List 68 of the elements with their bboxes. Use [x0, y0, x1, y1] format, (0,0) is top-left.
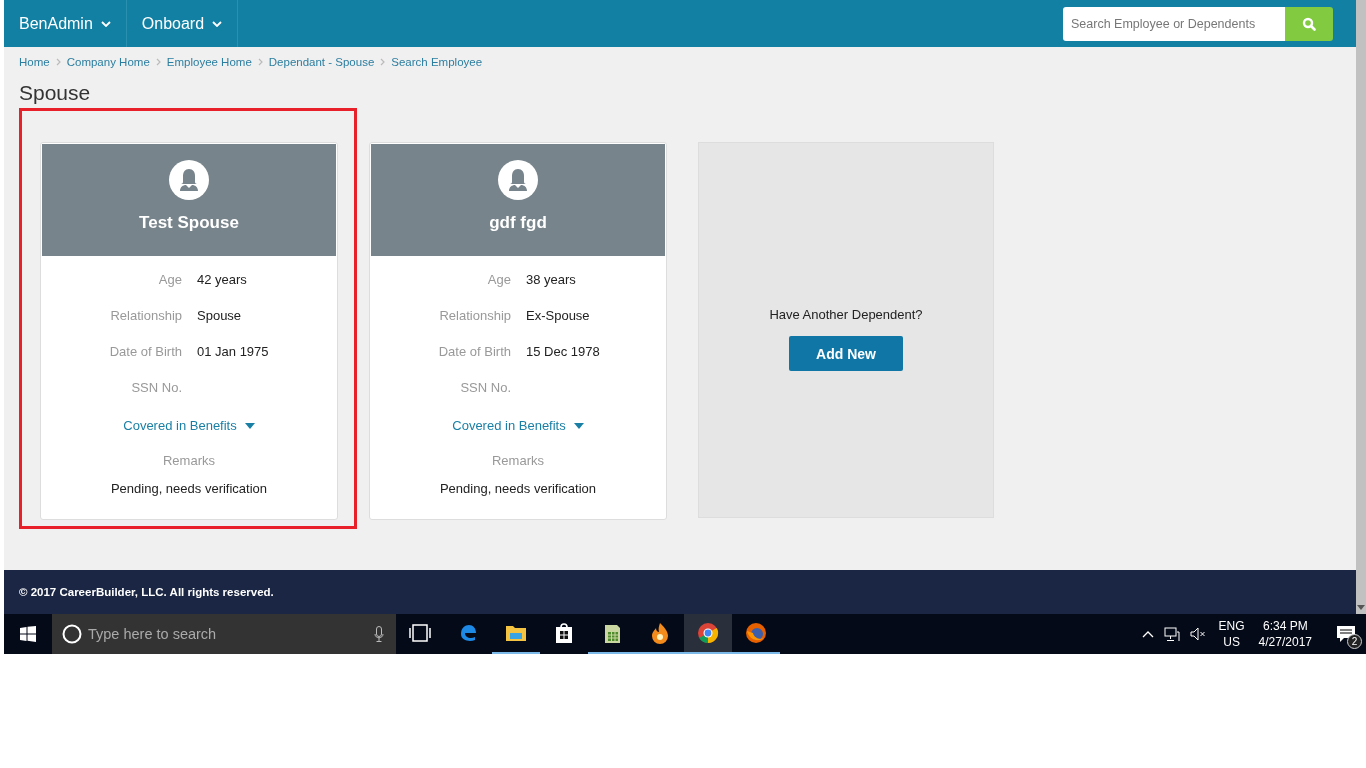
caret-icon [573, 422, 584, 429]
field-value: 01 Jan 1975 [197, 344, 269, 359]
avatar-icon [169, 160, 209, 200]
remarks-label: Remarks [162, 453, 216, 468]
breadcrumb-separator-icon [155, 58, 161, 66]
clock-time[interactable]: 6:34 PM [1262, 618, 1308, 634]
caret-icon [244, 422, 255, 429]
flame-icon [650, 622, 670, 644]
taskbar-search-placeholder: Type here to search [88, 626, 218, 642]
language-text[interactable]: ENG [1218, 618, 1245, 634]
cortana-circle-icon [62, 624, 82, 644]
windows-logo-icon [20, 626, 36, 642]
add-prompt: Have Another Dependent? [769, 307, 923, 322]
breadcrumb-link[interactable]: Home [19, 56, 50, 68]
field-label: Age [486, 272, 512, 287]
field-value: 15 Dec 1978 [526, 344, 600, 359]
taskbar-search-field[interactable]: Type here to search [52, 614, 396, 654]
field-label: Age [157, 272, 183, 287]
chevron-up-icon[interactable] [1141, 630, 1154, 638]
remarks-label: Remarks [491, 453, 545, 468]
shopping-bag-icon [554, 622, 574, 644]
breadcrumb-link[interactable]: Dependant - Spouse [268, 56, 375, 68]
fox-globe-icon [745, 622, 767, 644]
field-label: Date of Birth [108, 344, 183, 359]
region-text[interactable]: US [1223, 634, 1240, 650]
remarks-text: Pending, needs verification [438, 481, 598, 496]
breadcrumb-separator-icon [257, 58, 263, 66]
copyright-text: © 2017 CareerBuilder, LLC. All rights reserved. [19, 586, 274, 598]
field-label: Relationship [109, 308, 183, 323]
taskbar-app-button[interactable] [684, 614, 732, 654]
scroll-down-arrow-icon[interactable] [1357, 605, 1365, 610]
breadcrumb-separator-icon [55, 58, 61, 66]
field-value: Spouse [197, 308, 242, 323]
field-label: SSN No. [130, 380, 183, 395]
add-new-button[interactable]: Add New [789, 336, 903, 371]
nav-menu[interactable]: Onboard [126, 0, 239, 47]
field-value: Ex-Spouse [526, 308, 590, 323]
breadcrumb-link[interactable]: Company Home [66, 56, 150, 68]
benefits-dropdown-link[interactable]: Covered in Benefits [371, 418, 665, 433]
breadcrumb-link[interactable]: Employee Home [166, 56, 252, 68]
page-title: Spouse [19, 81, 92, 105]
remarks-text: Pending, needs verification [109, 481, 269, 496]
avatar-icon [498, 160, 538, 200]
dependent-name: gdf fgd [489, 213, 547, 233]
dependent-name: Test Spouse [139, 213, 239, 233]
folder-icon [505, 624, 527, 642]
search-button[interactable] [1285, 6, 1333, 41]
scrollbar[interactable] [1356, 0, 1366, 614]
network-icon[interactable] [1163, 626, 1180, 642]
field-label: Date of Birth [437, 344, 512, 359]
benefits-dropdown-link[interactable]: Covered in Benefits [42, 418, 336, 433]
field-value: 38 years [526, 272, 576, 287]
speaker-muted-icon[interactable] [1189, 627, 1206, 641]
chrome-logo-icon [697, 622, 719, 644]
field-label: SSN No. [459, 380, 512, 395]
breadcrumb-separator-icon [380, 58, 386, 66]
microphone-icon[interactable] [374, 626, 384, 642]
chevron-down-icon [212, 20, 223, 27]
breadcrumb-link[interactable]: Search Employee [391, 56, 483, 68]
clock-date[interactable]: 4/27/2017 [1258, 634, 1312, 650]
chevron-down-icon [100, 20, 111, 27]
notification-count-badge: 2 [1347, 634, 1362, 649]
nav-menu[interactable]: BenAdmin [4, 0, 127, 47]
search-icon [1302, 16, 1316, 31]
field-value: 42 years [197, 272, 247, 287]
task-view-icon [409, 624, 431, 642]
search-field[interactable]: Search Employee or Dependents [1063, 6, 1285, 41]
field-label: Relationship [438, 308, 512, 323]
